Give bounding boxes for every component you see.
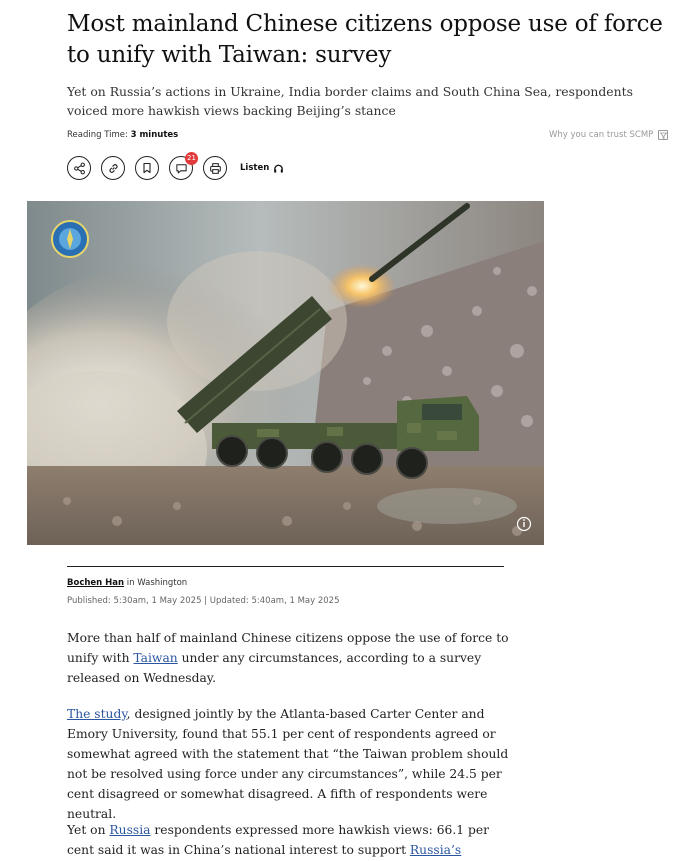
article-subhead: Yet on Russia’s actions in Ukraine, Indi… [67, 84, 633, 118]
body-paragraph-2: The study, designed jointly by the Atlan… [67, 704, 509, 824]
body-paragraph-1: More than half of mainland Chinese citiz… [67, 628, 509, 688]
trust-label: Why you can trust SCMP [549, 130, 654, 140]
russia-link[interactable]: Russia [109, 823, 150, 837]
byline-location: in Washington [126, 578, 188, 588]
comment-icon [175, 163, 187, 173]
published-date: Published: 5:30am, 1 May 2025 | Updated:… [67, 596, 340, 606]
byline: Bochen Han in Washington [67, 578, 187, 588]
print-button[interactable] [203, 156, 227, 180]
reading-time-label: Reading Time: [67, 130, 128, 140]
taiwan-link[interactable]: Taiwan [133, 651, 177, 665]
author-link[interactable]: Bochen Han [67, 578, 124, 588]
share-icon [73, 162, 85, 174]
bookmark-icon [143, 162, 151, 174]
share-button[interactable] [67, 156, 91, 180]
trust-scmp-link[interactable]: Why you can trust SCMP [549, 130, 669, 140]
hero-image [27, 201, 544, 545]
listen-button[interactable]: Listen [240, 163, 284, 174]
article-headline: Most mainland Chinese citizens oppose us… [67, 11, 663, 68]
p3-text-a: Yet on [67, 823, 110, 837]
copy-link-button[interactable] [101, 156, 125, 180]
comment-count-badge: 21 [185, 152, 198, 165]
p2-text: , designed jointly by the Atlanta-based … [67, 707, 509, 821]
link-icon [108, 163, 118, 173]
article-toolbar: 21 Listen [67, 152, 284, 181]
listen-label: Listen [240, 163, 270, 173]
print-icon [209, 162, 221, 174]
headphones-icon [274, 164, 284, 173]
byline-divider [67, 566, 504, 567]
filter-icon [658, 130, 669, 140]
reading-time-value: 3 minutes [130, 130, 179, 140]
study-link[interactable]: The study [67, 707, 127, 721]
body-paragraph-3: Yet on Russia respondents expressed more… [67, 820, 509, 861]
bookmark-button[interactable] [135, 156, 159, 180]
comments-button[interactable]: 21 [169, 152, 198, 180]
reading-time: Reading Time: 3 minutes [67, 130, 178, 140]
